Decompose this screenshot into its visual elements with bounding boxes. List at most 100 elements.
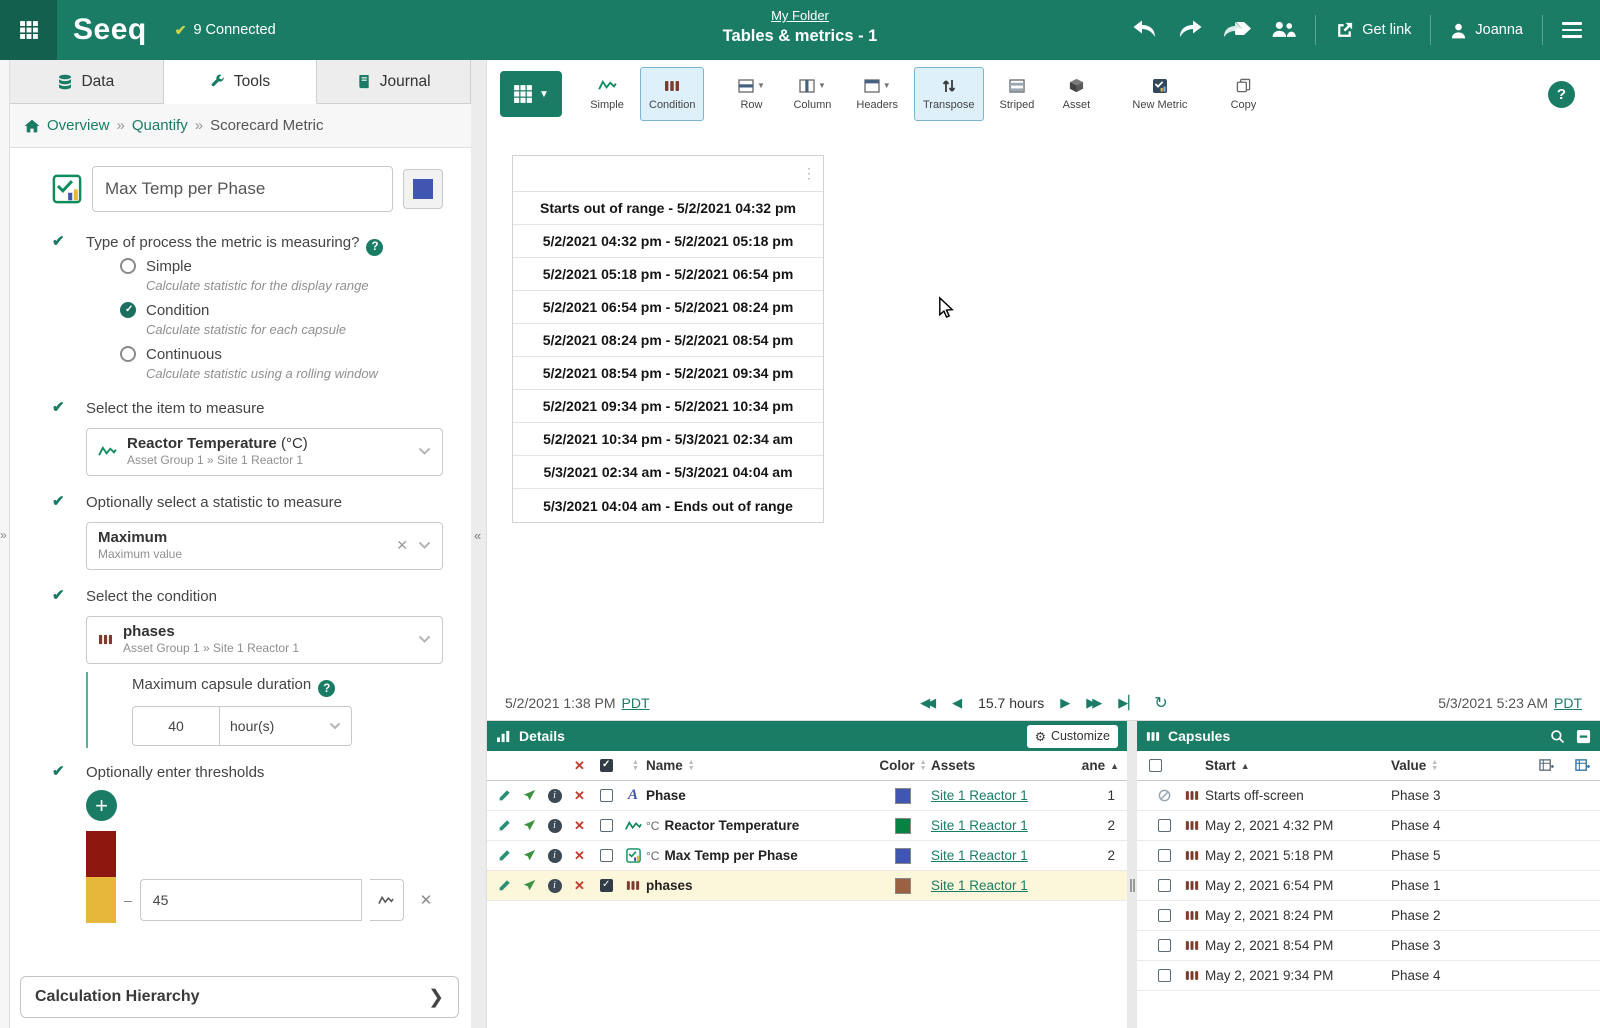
info-button[interactable]: i	[542, 849, 567, 863]
capsule-row[interactable]: May 2, 2021 5:18 PMPhase 5	[1137, 841, 1600, 871]
column-header-lane[interactable]: Lane▲	[1081, 758, 1127, 773]
capsule-row[interactable]: May 2, 2021 8:54 PMPhase 3	[1137, 931, 1600, 961]
tool-asset[interactable]: Asset	[1050, 67, 1102, 121]
remove-threshold-icon[interactable]: ✕	[420, 891, 433, 909]
step-forward-full-icon[interactable]: ▶▶	[1086, 695, 1102, 711]
edit-button[interactable]	[492, 879, 517, 892]
step-back-full-icon[interactable]: ◀◀	[920, 695, 936, 711]
customize-button[interactable]: ⚙Customize	[1027, 725, 1118, 748]
column-header-name[interactable]: Name▲▼	[646, 758, 875, 773]
tab-journal[interactable]: Journal	[317, 60, 471, 104]
tool-simple[interactable]: Simple	[581, 67, 633, 121]
option-simple[interactable]: Simple Calculate statistic for the displ…	[120, 258, 383, 293]
capsule-row[interactable]: Starts off-screenPhase 3	[1137, 781, 1600, 811]
timezone-link[interactable]: PDT	[622, 695, 650, 711]
threshold-value-input[interactable]	[140, 879, 362, 921]
undo-button[interactable]	[1132, 19, 1158, 42]
calculation-hierarchy-bar[interactable]: Calculation Hierarchy ❯	[20, 976, 459, 1018]
collapse-panel-chevron[interactable]: «	[474, 528, 481, 543]
redo-button[interactable]	[1177, 19, 1203, 42]
column-header-start[interactable]: Start▲	[1205, 758, 1391, 773]
capsule-checkbox[interactable]	[1158, 849, 1171, 862]
metric-table-cell[interactable]: 5/2/2021 08:24 pm - 5/2/2021 08:54 pm	[513, 324, 823, 357]
color-swatch[interactable]	[895, 818, 911, 834]
duration-value-input[interactable]	[132, 706, 220, 746]
capsule-checkbox[interactable]	[1158, 909, 1171, 922]
radio-simple[interactable]	[120, 258, 136, 274]
color-swatch[interactable]	[895, 878, 911, 894]
column-header-value[interactable]: Value▲▼	[1391, 758, 1528, 773]
row-checkbox[interactable]	[600, 789, 613, 802]
remove-button[interactable]: ✕	[567, 878, 592, 894]
display-range-start[interactable]: 5/2/2021 1:38 PMPDT	[505, 695, 650, 711]
option-condition[interactable]: Condition Calculate statistic for each c…	[120, 302, 383, 337]
row-checkbox[interactable]	[600, 819, 613, 832]
radio-condition[interactable]	[120, 302, 136, 318]
trend-button[interactable]	[517, 789, 542, 802]
capsule-row[interactable]: May 2, 2021 4:32 PMPhase 4	[1137, 811, 1600, 841]
tool-copy[interactable]: Copy	[1217, 67, 1269, 121]
home-icon[interactable]	[24, 119, 40, 133]
folder-link[interactable]: My Folder	[771, 8, 829, 23]
add-threshold-button[interactable]: +	[86, 790, 117, 821]
duration-display[interactable]: 15.7 hours	[978, 695, 1044, 711]
add-stat-column-button[interactable]	[1564, 758, 1600, 773]
radio-continuous[interactable]	[120, 346, 136, 362]
asset-link[interactable]: Site 1 Reactor 1	[931, 818, 1028, 833]
step-to-end-icon[interactable]: ▶▏	[1118, 695, 1138, 711]
threshold-mid-swatch[interactable]	[86, 877, 116, 923]
details-row[interactable]: i✕phasesSite 1 Reactor 1	[487, 871, 1127, 901]
details-row[interactable]: i✕°CMax Temp per PhaseSite 1 Reactor 12	[487, 841, 1127, 871]
help-icon[interactable]: ?	[366, 239, 383, 256]
tool-condition[interactable]: Condition	[640, 67, 704, 121]
metric-table-cell[interactable]: 5/2/2021 10:34 pm - 5/3/2021 02:34 am	[513, 423, 823, 456]
details-row[interactable]: i✕°CReactor TemperatureSite 1 Reactor 12	[487, 811, 1127, 841]
select-all-capsules-checkbox[interactable]	[1149, 759, 1162, 772]
threshold-signal-button[interactable]	[370, 879, 404, 921]
table-view-button[interactable]: ▼	[500, 71, 562, 117]
metric-color-picker[interactable]	[403, 169, 443, 209]
metric-table-cell[interactable]: 5/3/2021 02:34 am - 5/3/2021 04:04 am	[513, 456, 823, 489]
trend-button[interactable]	[517, 819, 542, 832]
tool-column[interactable]: ▼ Column	[784, 67, 840, 121]
zoom-icon[interactable]	[1550, 729, 1565, 744]
column-header-color[interactable]: Color▲▼	[875, 758, 931, 773]
metric-table-cell[interactable]: 5/2/2021 08:54 pm - 5/2/2021 09:34 pm	[513, 357, 823, 390]
threshold-high-swatch[interactable]	[86, 831, 116, 877]
capsule-checkbox[interactable]	[1158, 819, 1171, 832]
asset-link[interactable]: Site 1 Reactor 1	[931, 878, 1028, 893]
duration-unit-select[interactable]: hour(s)	[220, 706, 352, 746]
tool-row[interactable]: ▼ Row	[725, 67, 777, 121]
step-back-half-icon[interactable]: ◀	[952, 695, 962, 711]
refresh-icon[interactable]: ↻	[1154, 693, 1167, 713]
table-menu-icon[interactable]: ⋮	[802, 165, 816, 182]
edit-button[interactable]	[492, 789, 517, 802]
column-header-assets[interactable]: Assets	[931, 758, 1081, 773]
help-icon[interactable]: ?	[318, 680, 335, 697]
color-swatch[interactable]	[895, 848, 911, 864]
capsule-checkbox[interactable]	[1158, 969, 1171, 982]
row-checkbox[interactable]	[600, 879, 613, 892]
remove-all-icon[interactable]: ✕	[567, 758, 592, 774]
asset-link[interactable]: Site 1 Reactor 1	[931, 788, 1028, 803]
row-checkbox[interactable]	[600, 849, 613, 862]
share-button[interactable]	[1222, 19, 1252, 42]
trend-button[interactable]	[517, 849, 542, 862]
collapse-panel-icon[interactable]	[1576, 729, 1591, 744]
display-range-end[interactable]: 5/3/2021 5:23 AMPDT	[1438, 695, 1582, 711]
capsule-row[interactable]: May 2, 2021 6:54 PMPhase 1	[1137, 871, 1600, 901]
connection-status[interactable]: ✔ 9 Connected	[175, 22, 276, 39]
panel-resize-handle[interactable]	[1127, 721, 1137, 1028]
option-continuous[interactable]: Continuous Calculate statistic using a r…	[120, 346, 383, 381]
capsule-row[interactable]: May 2, 2021 8:24 PMPhase 2	[1137, 901, 1600, 931]
step-forward-half-icon[interactable]: ▶	[1060, 695, 1070, 711]
metric-table-cell[interactable]: 5/2/2021 09:34 pm - 5/2/2021 10:34 pm	[513, 390, 823, 423]
trend-button[interactable]	[517, 879, 542, 892]
remove-button[interactable]: ✕	[567, 818, 592, 834]
edit-button[interactable]	[492, 849, 517, 862]
info-button[interactable]: i	[542, 879, 567, 893]
tool-headers[interactable]: ▼ Headers	[847, 67, 907, 121]
edit-button[interactable]	[492, 819, 517, 832]
expand-panel-chevron[interactable]: »	[0, 528, 7, 542]
item-to-measure-select[interactable]: Reactor Temperature (°C) Asset Group 1 »…	[86, 428, 443, 476]
